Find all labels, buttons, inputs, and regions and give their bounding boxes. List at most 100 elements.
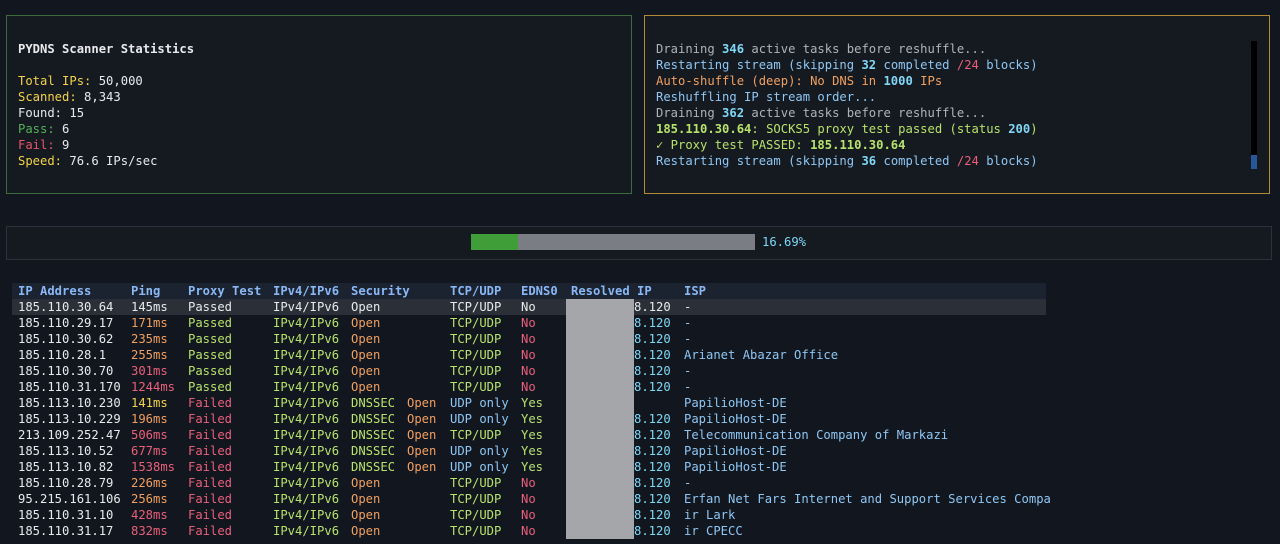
column-header[interactable]: EDNS0 — [521, 283, 558, 299]
cell-tcp-udp: TCP/UDP — [450, 476, 502, 490]
cell-ping: 832ms — [131, 524, 168, 538]
table-row[interactable]: 95.215.161.106 256ms Failed IPv4/IPv6 Open TC… — [12, 491, 1051, 507]
cell-edns0: Yes — [521, 396, 544, 410]
cell-proxy-test: Failed — [188, 460, 233, 474]
log-segment: 1000 — [883, 74, 913, 88]
cell-ip-version: IPv4/IPv6 — [273, 300, 340, 314]
cell-ip: 185.110.31.10 — [18, 508, 114, 522]
log-segment: completed — [876, 58, 957, 72]
cell-ip: 185.113.10.82 — [18, 460, 114, 474]
cell-edns0: Yes — [521, 460, 544, 474]
table-row[interactable]: 185.110.30.64 145ms Passed IPv4/IPv6 Open TCP… — [12, 299, 1046, 315]
table-row[interactable]: 185.110.31.170 1244ms Passed IPv4/IPv6 Open T… — [12, 379, 1046, 395]
log-scrollbar[interactable] — [1251, 41, 1257, 169]
log-segment: completed — [876, 154, 957, 168]
table-row[interactable]: 213.109.252.47 506ms Failed IPv4/IPv6 DNSSEC… — [12, 427, 1046, 443]
log-segment: Restarting stream (skipping — [656, 58, 862, 72]
table-row[interactable]: 185.110.28.1 255ms Passed IPv4/IPv6 Open TCP/… — [12, 347, 1046, 363]
column-header[interactable]: Proxy Test — [188, 283, 261, 299]
log-segment: /24 — [956, 154, 979, 168]
log-segment: blocks) — [978, 154, 1038, 168]
cell-edns0: No — [521, 380, 536, 394]
cell-proxy-test: Failed — [188, 492, 233, 506]
log-segment: 185.110.30.64 — [810, 138, 906, 152]
table-header: IP Address Ping Proxy Test IPv4/IPv6 Securit… — [12, 283, 1046, 299]
cell-security: DNSSEC — [351, 444, 396, 458]
table-row[interactable]: 185.113.10.82 1538ms Failed IPv4/IPv6 DNSSEC… — [12, 459, 1046, 475]
cell-ping: 428ms — [131, 508, 168, 522]
cell-tcp-udp: UDP only — [450, 396, 509, 410]
cell-security: Open — [351, 476, 381, 490]
progress-bar — [471, 234, 755, 250]
cell-ip-version: IPv4/IPv6 — [273, 508, 340, 522]
log-segment: 200 — [1008, 122, 1031, 136]
cell-security-extra: Open — [407, 396, 437, 410]
cell-resolved-ip: 8.120 — [634, 508, 671, 522]
cell-resolved-ip: 8.120 — [634, 476, 671, 490]
redaction-block — [566, 299, 634, 539]
column-header[interactable]: TCP/UDP — [450, 283, 501, 299]
cell-security: DNSSEC — [351, 412, 396, 426]
column-header[interactable]: Resolved IP — [571, 283, 652, 299]
log-segment: 32 — [861, 58, 877, 72]
column-header[interactable]: Ping — [131, 283, 160, 299]
table-row[interactable]: 185.110.30.62 235ms Passed IPv4/IPv6 Open TCP… — [12, 331, 1046, 347]
stat-found: Found: 15 — [18, 106, 85, 120]
cell-ip: 185.110.30.64 — [18, 300, 114, 314]
cell-tcp-udp: TCP/UDP — [450, 348, 502, 362]
cell-isp: - — [684, 316, 692, 330]
cell-resolved-ip: 8.120 — [634, 316, 671, 330]
log-line: Auto-shuffle (deep): No DNS in 1000 IPs — [656, 73, 942, 89]
cell-security-extra: Open — [407, 444, 437, 458]
log-scrollbar-thumb[interactable] — [1251, 155, 1257, 169]
cell-security: Open — [351, 524, 381, 538]
table-row[interactable]: 185.110.31.17 832ms Failed IPv4/IPv6 Open TCP… — [12, 523, 1046, 539]
cell-resolved-ip: 8.120 — [634, 300, 671, 314]
table-row[interactable]: 185.113.10.230 141ms Failed IPv4/IPv6 DNSSEC… — [12, 395, 1046, 411]
log-segment: active tasks before reshuffle... — [744, 42, 987, 56]
cell-isp: ir CPECC — [684, 524, 743, 538]
column-header[interactable]: Security — [351, 283, 410, 299]
column-header[interactable]: IPv4/IPv6 — [273, 283, 339, 299]
cell-edns0: Yes — [521, 444, 544, 458]
cell-edns0: No — [521, 492, 536, 506]
cell-ip: 95.215.161.106 — [18, 492, 121, 506]
cell-edns0: Yes — [521, 412, 544, 426]
log-line: Draining 346 active tasks before reshuff… — [656, 41, 986, 57]
log-segment: Auto-shuffle (deep): No DNS in — [656, 74, 884, 88]
table-row[interactable]: 185.110.28.79 226ms Failed IPv4/IPv6 Open TCP… — [12, 475, 1046, 491]
column-header[interactable]: ISP — [684, 283, 706, 299]
cell-edns0: No — [521, 316, 536, 330]
cell-ping: 506ms — [131, 428, 168, 442]
cell-tcp-udp: TCP/UDP — [450, 508, 502, 522]
table-row[interactable]: 185.110.29.17 171ms Passed IPv4/IPv6 Open TCP… — [12, 315, 1046, 331]
cell-proxy-test: Passed — [188, 348, 233, 362]
cell-ping: 677ms — [131, 444, 168, 458]
cell-ping: 141ms — [131, 396, 168, 410]
log-segment: 36 — [861, 154, 877, 168]
cell-resolved-ip: 8.120 — [634, 348, 671, 362]
cell-ip-version: IPv4/IPv6 — [273, 412, 340, 426]
cell-ip-version: IPv4/IPv6 — [273, 348, 340, 362]
cell-tcp-udp: TCP/UDP — [450, 364, 502, 378]
cell-ip-version: IPv4/IPv6 — [273, 524, 340, 538]
log-segment: Draining — [656, 42, 723, 56]
cell-ip: 185.110.31.170 — [18, 380, 121, 394]
cell-ip: 185.110.31.17 — [18, 524, 114, 538]
table-row[interactable]: 185.110.31.10 428ms Failed IPv4/IPv6 Open TCP… — [12, 507, 1046, 523]
log-line: 185.110.30.64: SOCKS5 proxy test passed … — [656, 121, 1038, 137]
cell-ping: 301ms — [131, 364, 168, 378]
cell-proxy-test: Passed — [188, 380, 233, 394]
cell-isp: PapilioHost-DE — [684, 412, 787, 426]
cell-ping: 1538ms — [131, 460, 176, 474]
cell-ping: 235ms — [131, 332, 168, 346]
cell-security: Open — [351, 332, 381, 346]
cell-security: Open — [351, 380, 381, 394]
table-row[interactable]: 185.113.10.52 677ms Failed IPv4/IPv6 DNSSEC O… — [12, 443, 1046, 459]
table-row[interactable]: 185.113.10.229 196ms Failed IPv4/IPv6 DNSSEC… — [12, 411, 1046, 427]
column-header[interactable]: IP Address — [18, 283, 91, 299]
cell-tcp-udp: TCP/UDP — [450, 300, 502, 314]
cell-proxy-test: Failed — [188, 524, 233, 538]
cell-edns0: No — [521, 508, 536, 522]
table-row[interactable]: 185.110.30.70 301ms Passed IPv4/IPv6 Open TCP… — [12, 363, 1046, 379]
